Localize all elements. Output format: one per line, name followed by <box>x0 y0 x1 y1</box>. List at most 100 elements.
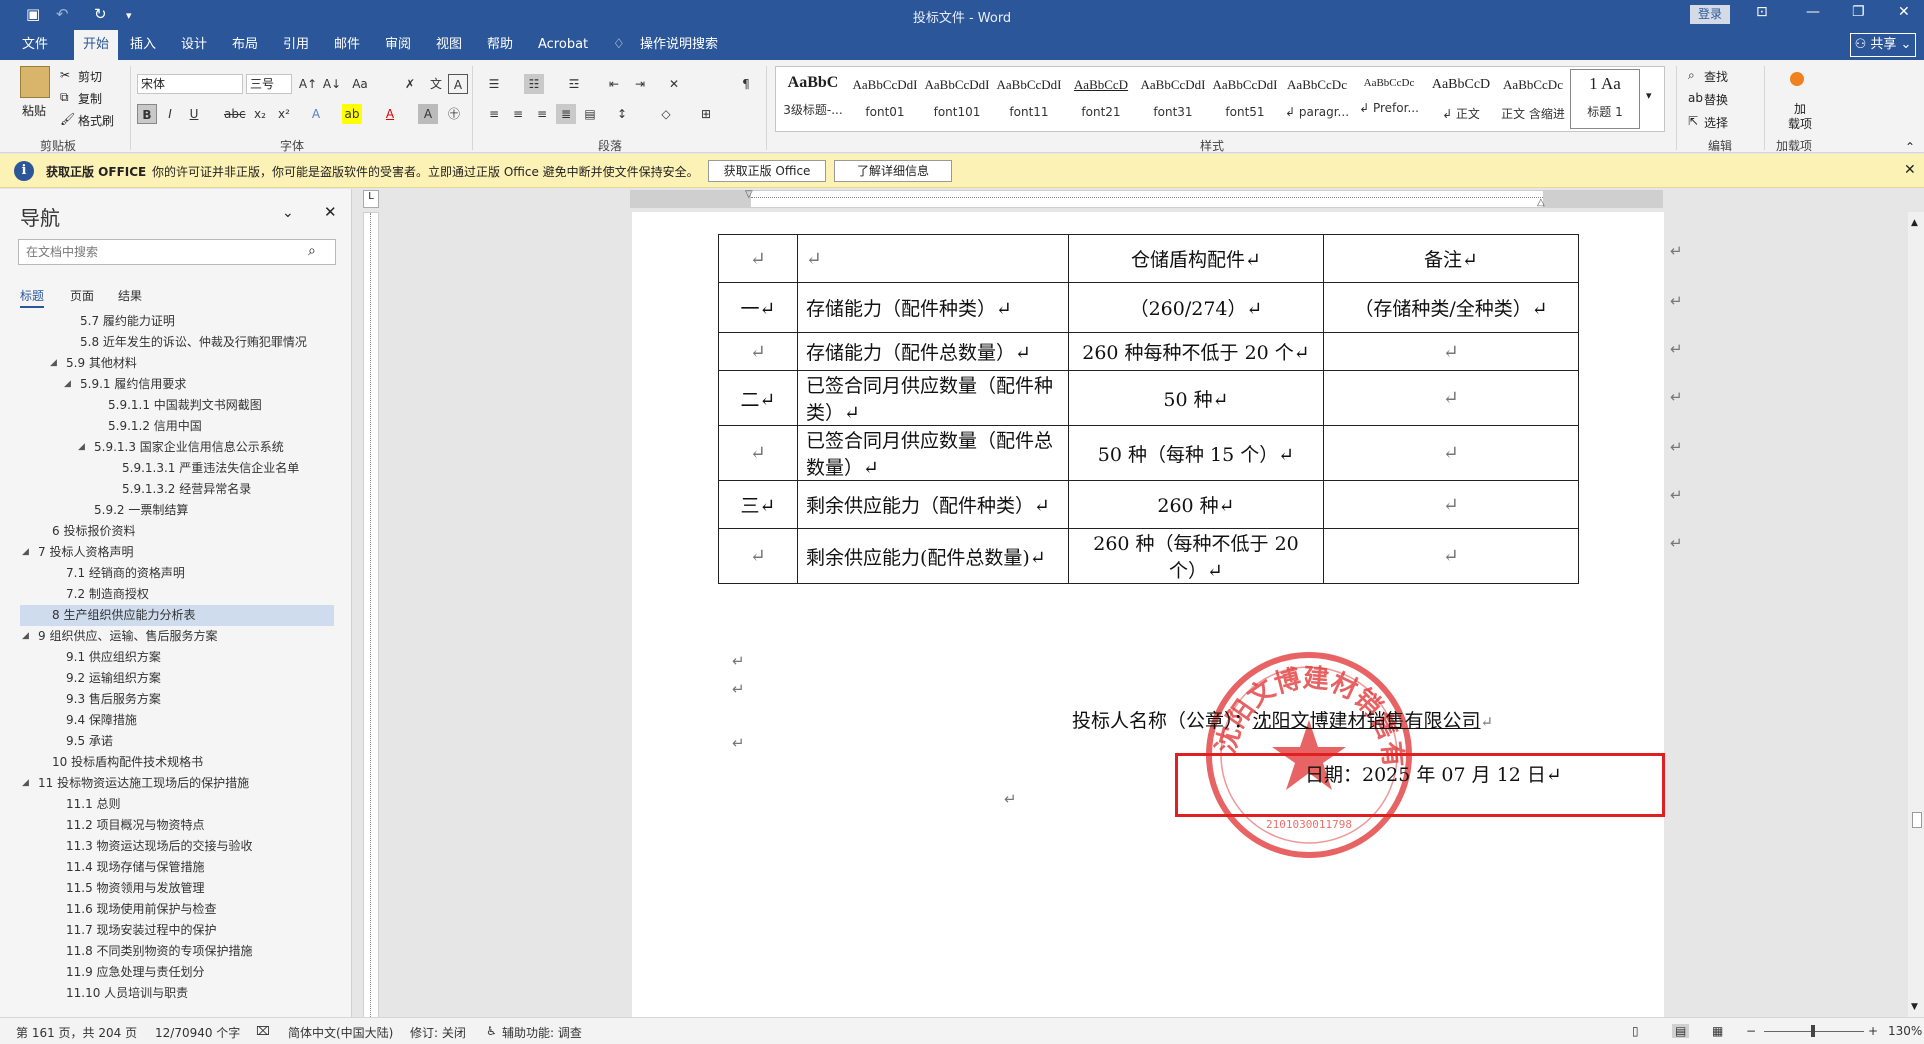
addins-button[interactable]: 加 载项 <box>1788 102 1812 132</box>
select-button[interactable]: 选择 <box>1704 114 1728 131</box>
nav-heading-item[interactable]: 7.1 经销商的资格声明 <box>20 563 334 584</box>
nav-tab-results[interactable]: 结果 <box>118 287 142 304</box>
language[interactable]: 简体中文(中国大陆) <box>288 1024 393 1041</box>
table-cell[interactable]: 二↵ <box>718 370 798 426</box>
tell-me-search[interactable]: 操作说明搜索 <box>640 30 718 60</box>
nav-tab-headings[interactable]: 标题 <box>20 287 45 308</box>
bullets-icon[interactable]: ☰ <box>484 74 504 94</box>
replace-button[interactable]: 替换 <box>1704 91 1728 108</box>
tab-file[interactable]: 文件 <box>22 30 48 60</box>
text-effects-icon[interactable]: A <box>306 104 326 124</box>
table-cell[interactable]: 260 种（每种不低于 20 个）↵ <box>1068 528 1324 584</box>
highlight-icon[interactable]: ab <box>342 104 362 124</box>
right-indent-marker[interactable]: △ <box>1537 197 1545 208</box>
nav-heading-item[interactable]: 5.8 近年发生的诉讼、仲裁及行贿犯罪情况 <box>20 332 334 353</box>
zoom-level[interactable]: 130% <box>1888 1024 1922 1038</box>
table-cell[interactable]: （260/274）↵ <box>1068 282 1324 333</box>
nav-heading-item[interactable]: 9.5 承诺 <box>20 731 334 752</box>
vertical-scrollbar[interactable]: ▲ ▼ <box>1908 212 1924 1018</box>
table-cell[interactable]: 存储能力（配件种类）↵ <box>797 282 1069 333</box>
subscript-icon[interactable]: x₂ <box>250 104 270 124</box>
nav-heading-item[interactable]: 5.9.1.3.1 严重违法失信企业名单 <box>20 458 334 479</box>
table-cell[interactable]: 260 种每种不低于 20 个↵ <box>1068 332 1324 371</box>
tab-selector[interactable]: L <box>363 190 379 208</box>
table-cell[interactable]: ↵ <box>1323 528 1579 584</box>
nav-heading-item[interactable]: 11.8 不同类别物资的专项保护措施 <box>20 941 334 962</box>
format-painter-button[interactable]: 格式刷 <box>78 112 114 129</box>
nav-heading-item[interactable]: 11.6 现场使用前保护与检查 <box>20 899 334 920</box>
enclose-char-icon[interactable]: ㊉ <box>444 104 464 124</box>
ribbon-display-icon[interactable]: ⊡ <box>1756 4 1768 20</box>
print-layout-icon[interactable]: ▤ <box>1672 1024 1690 1038</box>
table-cell[interactable]: 50 种↵ <box>1068 370 1324 426</box>
web-layout-icon[interactable]: ▦ <box>1712 1024 1723 1038</box>
document-page[interactable]: ↵ ↵ 仓储盾构配件↵ 备注↵ 一↵ 存储能力（配件种类）↵ （260/274）↵ （存储种类… <box>632 212 1665 1018</box>
table-cell[interactable]: 已签合同月供应数量（配件总数量）↵ <box>797 425 1069 481</box>
search-icon[interactable]: ⌕ <box>308 243 316 259</box>
nav-heading-item[interactable]: ◢ 5.9 其他材料 <box>20 353 334 374</box>
show-marks-icon[interactable]: ¶ <box>736 74 756 94</box>
nav-heading-item[interactable]: ◢ 7 投标人资格声明 <box>20 542 334 563</box>
style-item[interactable]: AaBbC 3级标题-... <box>778 69 848 129</box>
table-cell[interactable]: 仓储盾构配件↵ <box>1068 234 1324 283</box>
borders-icon[interactable]: ⊞ <box>696 104 716 124</box>
font-size-select[interactable]: 三号 <box>246 74 292 94</box>
style-item[interactable]: AaBbCcDdI font31 <box>1138 69 1208 129</box>
tab-acrobat[interactable]: Acrobat <box>538 30 588 60</box>
style-item-selected[interactable]: 1 Aa 标题 1 <box>1570 69 1640 129</box>
close-nav-icon[interactable]: ✕ <box>324 203 337 221</box>
zoom-out-icon[interactable]: − <box>1746 1024 1756 1038</box>
nav-heading-item[interactable]: 11.10 人员培训与职责 <box>20 983 334 1004</box>
distributed-icon[interactable]: ▤ <box>580 104 600 124</box>
tab-references[interactable]: 引用 <box>283 30 309 60</box>
tab-home[interactable]: 开始 <box>74 30 118 60</box>
char-border-icon[interactable]: A <box>448 74 468 94</box>
nav-heading-item[interactable]: 9.1 供应组织方案 <box>20 647 334 668</box>
table-cell[interactable]: ↵ <box>718 528 798 584</box>
nav-heading-item[interactable]: 11.3 物资运达现场后的交接与验收 <box>20 836 334 857</box>
table-cell[interactable]: ↵ <box>1323 425 1579 481</box>
accessibility-status[interactable]: 辅助功能: 调查 <box>502 1024 582 1041</box>
table-cell[interactable]: ↵ <box>1323 480 1579 529</box>
style-item[interactable]: AaBbCcDdI font01 <box>850 69 920 129</box>
nav-heading-item[interactable]: 9.3 售后服务方案 <box>20 689 334 710</box>
table-cell[interactable]: 备注↵ <box>1323 234 1579 283</box>
minimize-icon[interactable]: — <box>1806 4 1820 20</box>
nav-search-input[interactable]: 在文档中搜索 <box>18 239 336 265</box>
tab-view[interactable]: 视图 <box>436 30 462 60</box>
nav-heading-item[interactable]: 5.9.2 一票制结算 <box>20 500 334 521</box>
word-count[interactable]: 12/70940 个字 <box>155 1024 240 1041</box>
line-spacing-icon[interactable]: ↕ <box>612 104 632 124</box>
nav-heading-item[interactable]: 11.4 现场存储与保管措施 <box>20 857 334 878</box>
nav-heading-item[interactable]: ◢ 5.9.1 履约信用要求 <box>20 374 334 395</box>
bold-icon[interactable]: B <box>137 104 157 124</box>
share-button[interactable]: ⚇ 共享 ⌄ <box>1850 33 1916 57</box>
close-window-icon[interactable]: ✕ <box>1898 4 1910 20</box>
learn-more-button[interactable]: 了解详细信息 <box>834 160 952 182</box>
vertical-ruler[interactable] <box>363 212 379 1019</box>
expand-triangle-icon[interactable]: ◢ <box>22 542 29 563</box>
table-cell[interactable]: ↵ <box>1323 370 1579 426</box>
style-item[interactable]: AaBbCcDc 正文 含缩进 <box>1498 69 1568 129</box>
nav-tab-pages[interactable]: 页面 <box>70 287 94 304</box>
close-infobar-icon[interactable]: ✕ <box>1904 162 1916 178</box>
nav-heading-item[interactable]: 6 投标报价资料 <box>20 521 334 542</box>
style-item[interactable]: AaBbCcD font21 <box>1066 69 1136 129</box>
table-cell[interactable]: 一↵ <box>718 282 798 333</box>
italic-icon[interactable]: I <box>160 104 180 124</box>
style-item[interactable]: AaBbCcDdI font11 <box>994 69 1064 129</box>
gallery-more-icon[interactable]: ▾ <box>1646 89 1652 102</box>
tab-design[interactable]: 设计 <box>181 30 207 60</box>
table-cell[interactable]: 三↵ <box>718 480 798 529</box>
expand-triangle-icon[interactable]: ◢ <box>78 437 85 458</box>
tab-review[interactable]: 审阅 <box>385 30 411 60</box>
table-cell[interactable]: 剩余供应能力（配件种类）↵ <box>797 480 1069 529</box>
read-mode-icon[interactable]: ▯ <box>1632 1024 1639 1038</box>
shading-icon[interactable]: ◇ <box>656 104 676 124</box>
multilevel-list-icon[interactable]: ☲ <box>564 74 584 94</box>
strikethrough-icon[interactable]: abc <box>224 104 246 124</box>
nav-heading-item[interactable]: ◢ 9 组织供应、运输、售后服务方案 <box>20 626 334 647</box>
align-center-icon[interactable]: ≡ <box>508 104 528 124</box>
nav-heading-item[interactable]: 5.9.1.3.2 经营异常名录 <box>20 479 334 500</box>
collapse-ribbon-icon[interactable]: ⌃ <box>1905 140 1915 154</box>
